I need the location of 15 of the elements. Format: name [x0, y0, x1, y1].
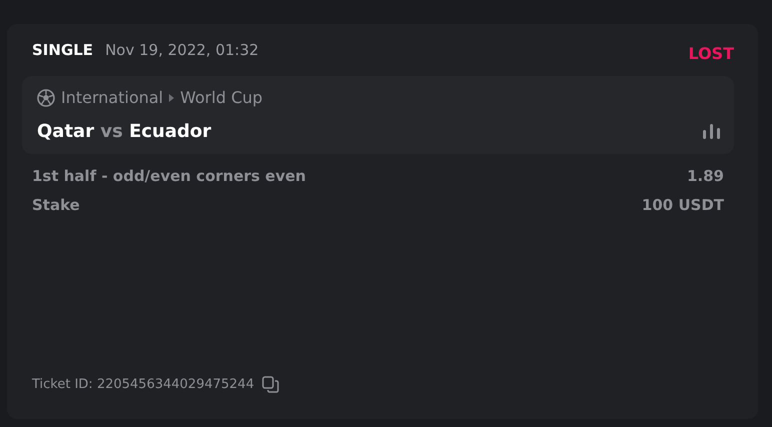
category-link[interactable]: International	[61, 88, 164, 107]
bet-date: Nov 19, 2022, 01:32	[105, 41, 259, 59]
ticket-id: Ticket ID: 2205456344029475244	[32, 377, 254, 392]
bet-status: LOST	[688, 44, 734, 62]
league-link[interactable]: World Cup	[180, 88, 263, 107]
soccer-ball-icon	[37, 88, 55, 106]
detail-label: Stake	[32, 196, 80, 214]
detail-value: 100 USDT	[642, 196, 724, 214]
copy-icon[interactable]	[262, 376, 280, 393]
bar-chart-icon[interactable]	[703, 124, 720, 139]
match-title[interactable]: Qatar vs Ecuador	[37, 121, 212, 142]
detail-value: 1.89	[686, 167, 724, 185]
chevron-icon	[169, 94, 174, 102]
bet-type: SINGLE	[32, 41, 94, 59]
detail-label: 1st half - odd/even corners even	[32, 167, 306, 185]
